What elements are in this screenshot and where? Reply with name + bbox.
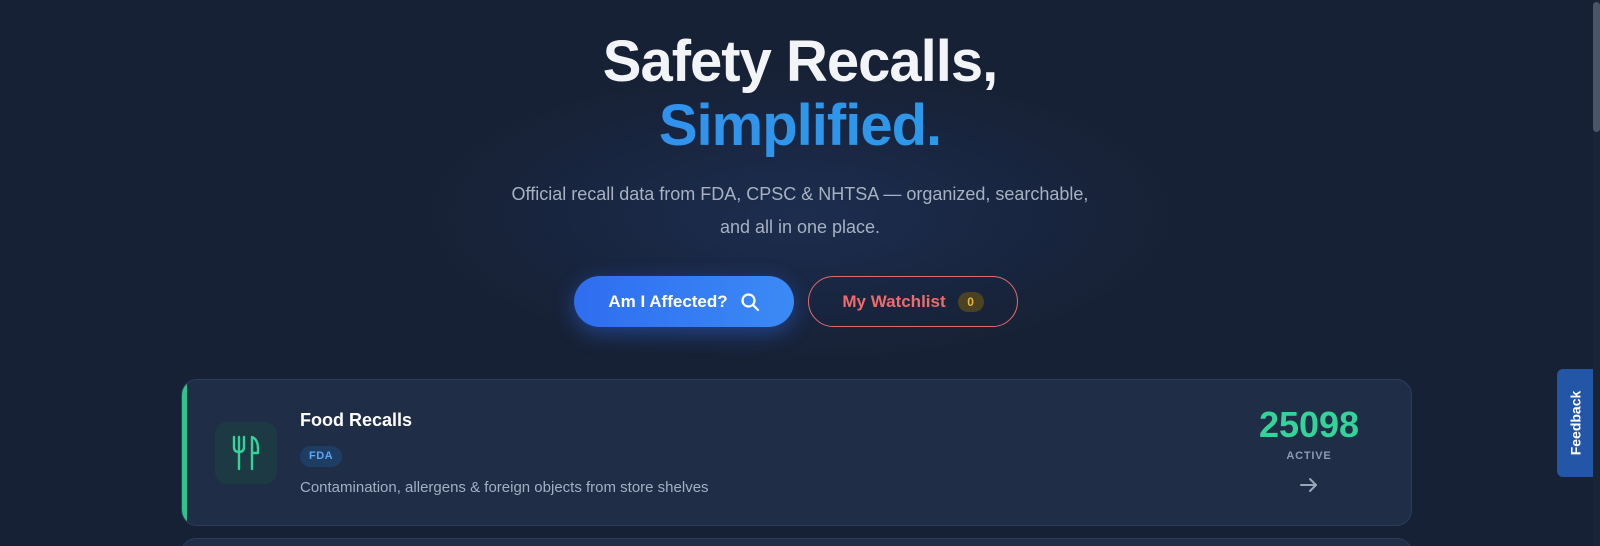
active-count: 25098: [1258, 404, 1360, 445]
search-icon: [740, 292, 760, 312]
hero-subtitle-line1: Official recall data from FDA, CPSC & NH…: [511, 184, 1089, 204]
feedback-label: Feedback: [1567, 390, 1583, 456]
card-description: Contamination, allergens & foreign objec…: [300, 479, 709, 496]
page: Safety Recalls, Simplified. Official rec…: [0, 0, 1600, 546]
scrollbar[interactable]: [1593, 0, 1600, 546]
card-title: Food Recalls: [300, 410, 413, 430]
hero-title-line2: Simplified.: [0, 94, 1600, 158]
feedback-tab[interactable]: Feedback: [1557, 369, 1593, 477]
my-watchlist-label: My Watchlist: [842, 291, 946, 311]
hero-title: Safety Recalls, Simplified.: [0, 30, 1600, 158]
hero-title-line1: Safety Recalls,: [602, 29, 998, 94]
agency-tag: FDA: [300, 446, 343, 467]
arrow-right-icon[interactable]: [1299, 475, 1319, 495]
am-i-affected-button[interactable]: Am I Affected?: [574, 276, 794, 327]
scrollbar-thumb[interactable]: [1593, 2, 1600, 132]
utensils-icon: [215, 422, 277, 484]
watchlist-count-badge: 0: [957, 291, 984, 312]
category-card-next[interactable]: [181, 538, 1412, 546]
card-accent-bar: [182, 380, 187, 525]
hero-subtitle: Official recall data from FDA, CPSC & NH…: [470, 178, 1130, 244]
category-card-food-recalls[interactable]: Food Recalls FDA Contamination, allergen…: [181, 379, 1412, 526]
am-i-affected-label: Am I Affected?: [608, 291, 728, 311]
hero-subtitle-line2: and all in one place.: [719, 217, 881, 237]
my-watchlist-button[interactable]: My Watchlist 0: [808, 276, 1018, 327]
active-count-label: ACTIVE: [1286, 450, 1332, 462]
